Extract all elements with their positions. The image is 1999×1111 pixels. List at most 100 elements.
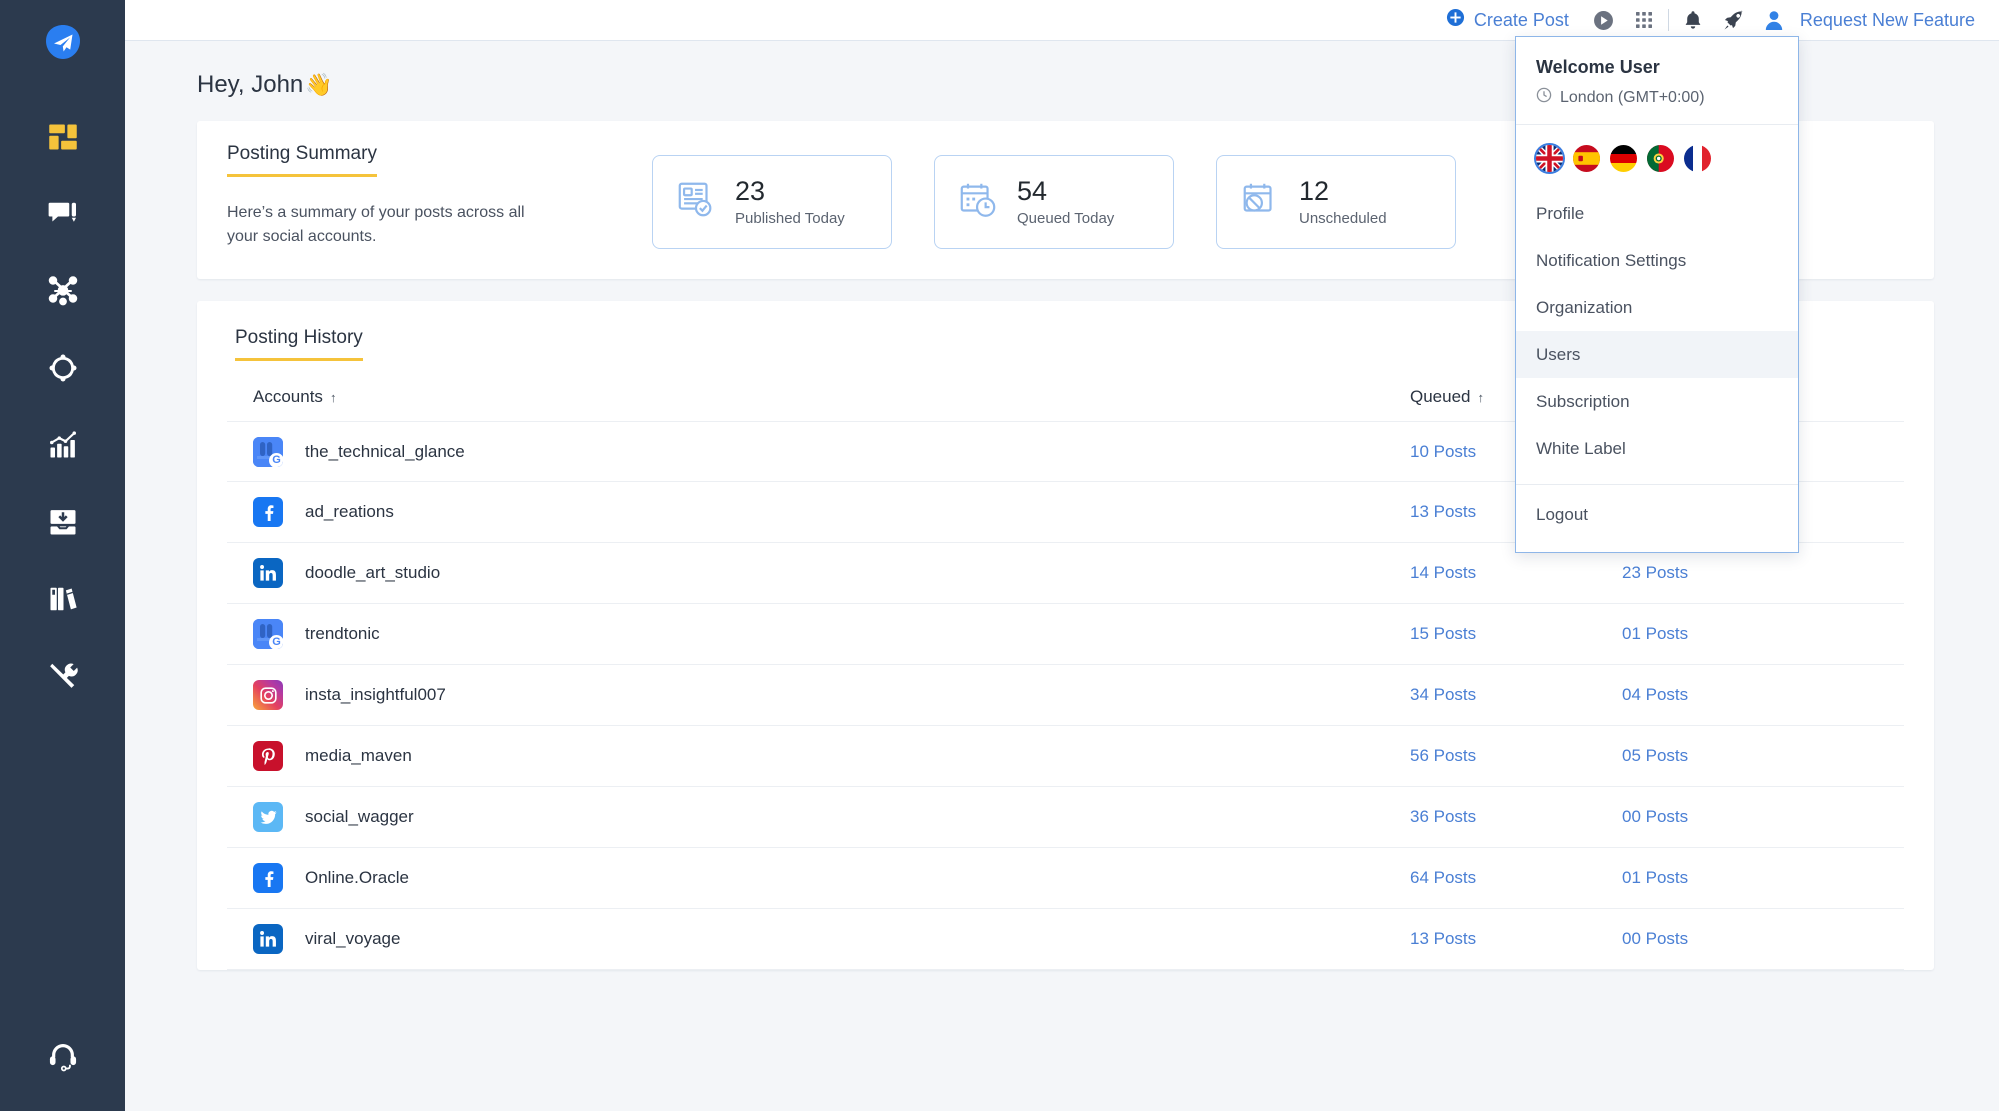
dropdown-item-profile[interactable]: Profile [1516, 190, 1798, 237]
account-name: media_maven [305, 746, 412, 766]
apps-grid-icon[interactable] [1634, 10, 1654, 30]
column-header-accounts[interactable]: Accounts ↑ [253, 387, 1410, 407]
dropdown-header: Welcome User London (GMT+0:00) [1516, 37, 1798, 125]
sidebar-item-compose[interactable] [31, 182, 95, 246]
account-name: Online.Oracle [305, 868, 409, 888]
queued-count-link[interactable]: 36 Posts [1410, 807, 1622, 827]
clock-icon [1536, 87, 1552, 108]
table-row[interactable]: insta_insightful007 34 Posts04 Posts [227, 665, 1904, 726]
account-cell: ad_reations [253, 497, 1410, 527]
errors-count-link[interactable]: 01 Posts [1622, 624, 1772, 644]
welcome-user-label: Welcome User [1536, 57, 1778, 78]
rocket-icon[interactable] [1723, 10, 1744, 31]
sidebar-item-tools[interactable] [31, 644, 95, 708]
create-post-button[interactable]: Create Post [1446, 8, 1569, 32]
sidebar-item-targeting[interactable] [31, 336, 95, 400]
stat-label: Queued Today [1017, 210, 1114, 227]
errors-count-link[interactable]: 23 Posts [1622, 563, 1772, 583]
waving-hand-icon: 👋 [305, 72, 332, 98]
flag-spain[interactable] [1573, 145, 1600, 172]
table-row[interactable]: Gtrendtonic15 Posts01 Posts [227, 604, 1904, 665]
sidebar-item-support[interactable] [0, 1040, 125, 1077]
flag-france[interactable] [1684, 145, 1711, 172]
account-cell: Gtrendtonic [253, 619, 1410, 649]
posting-summary-description: Here’s a summary of your posts across al… [227, 201, 557, 249]
app-logo[interactable] [45, 24, 81, 65]
posting-history-title: Posting History [235, 327, 363, 361]
errors-count-link[interactable]: 01 Posts [1622, 868, 1772, 888]
account-name: social_wagger [305, 807, 414, 827]
flag-portugal[interactable] [1647, 145, 1674, 172]
queued-count-link[interactable]: 64 Posts [1410, 868, 1622, 888]
google-business-icon: G [253, 619, 283, 649]
stat-value: 12 [1299, 177, 1387, 205]
user-account-dropdown: Welcome User London (GMT+0:00) [1515, 36, 1799, 553]
table-row[interactable]: media_maven 56 Posts05 Posts [227, 726, 1904, 787]
errors-count-link[interactable]: 00 Posts [1622, 929, 1772, 949]
dropdown-divider [1516, 484, 1798, 485]
sidebar-item-dashboard[interactable] [31, 105, 95, 169]
posting-summary-title: Posting Summary [227, 143, 377, 177]
account-cell: insta_insightful007 [253, 680, 1410, 710]
sidebar-item-library[interactable] [31, 567, 95, 631]
errors-count-link[interactable]: 05 Posts [1622, 746, 1772, 766]
dropdown-item-organization[interactable]: Organization [1516, 284, 1798, 331]
queued-count-link[interactable]: 13 Posts [1410, 929, 1622, 949]
inbox-download-icon [48, 507, 78, 537]
dropdown-item-notification-settings[interactable]: Notification Settings [1516, 237, 1798, 284]
dropdown-item-subscription[interactable]: Subscription [1516, 378, 1798, 425]
main-content: Create Post [125, 0, 1999, 1111]
create-post-label: Create Post [1474, 10, 1569, 31]
account-name: ad_reations [305, 502, 394, 522]
account-cell: social_wagger [253, 802, 1410, 832]
dashboard-grid-icon [48, 122, 78, 152]
sidebar-item-analytics[interactable] [31, 413, 95, 477]
queued-calendar-clock-icon [957, 179, 999, 226]
flag-uk[interactable] [1536, 145, 1563, 172]
user-avatar-icon[interactable] [1764, 10, 1784, 31]
google-business-icon: G [253, 437, 283, 467]
table-row[interactable]: social_wagger 36 Posts00 Posts [227, 787, 1904, 848]
dropdown-item-users[interactable]: Users [1516, 331, 1798, 378]
queued-count-link[interactable]: 56 Posts [1410, 746, 1622, 766]
queued-count-link[interactable]: 15 Posts [1410, 624, 1622, 644]
instagram-icon [253, 680, 283, 710]
flag-germany[interactable] [1610, 145, 1637, 172]
account-cell: doodle_art_studio [253, 558, 1410, 588]
sort-arrow-icon: ↑ [330, 390, 337, 405]
headset-support-icon [47, 1040, 79, 1077]
dropdown-item-white-label[interactable]: White Label [1516, 425, 1798, 472]
account-name: insta_insightful007 [305, 685, 446, 705]
table-row[interactable]: viral_voyage 13 Posts00 Posts [227, 909, 1904, 970]
summary-cards: 23 Published Today [652, 155, 1456, 249]
books-library-icon [48, 584, 78, 614]
chat-compose-icon [48, 199, 78, 229]
topbar-divider [1668, 9, 1669, 31]
request-new-feature-link[interactable]: Request New Feature [1800, 10, 1975, 31]
sidebar-item-network[interactable] [31, 259, 95, 323]
queued-count-link[interactable]: 14 Posts [1410, 563, 1622, 583]
stat-label: Published Today [735, 210, 845, 227]
account-name: viral_voyage [305, 929, 400, 949]
stat-card-queued[interactable]: 54 Queued Today [934, 155, 1174, 249]
stat-card-published[interactable]: 23 Published Today [652, 155, 892, 249]
bell-notification-icon[interactable] [1683, 10, 1703, 31]
dropdown-item-logout[interactable]: Logout [1516, 491, 1798, 538]
linkedin-icon [253, 924, 283, 954]
errors-count-link[interactable]: 00 Posts [1622, 807, 1772, 827]
column-label: Accounts [253, 387, 323, 407]
errors-count-link[interactable]: 04 Posts [1622, 685, 1772, 705]
play-circle-icon[interactable] [1593, 10, 1614, 31]
analytics-chart-icon [48, 430, 78, 460]
plus-circle-icon [1446, 8, 1465, 32]
sidebar-item-inbox[interactable] [31, 490, 95, 554]
account-name: the_technical_glance [305, 442, 465, 462]
stat-value: 54 [1017, 177, 1114, 205]
facebook-icon [253, 863, 283, 893]
twitter-icon [253, 802, 283, 832]
account-name: trendtonic [305, 624, 380, 644]
stat-card-unscheduled[interactable]: 12 Unscheduled [1216, 155, 1456, 249]
tools-wrench-icon [48, 661, 78, 691]
queued-count-link[interactable]: 34 Posts [1410, 685, 1622, 705]
table-row[interactable]: Online.Oracle 64 Posts01 Posts [227, 848, 1904, 909]
